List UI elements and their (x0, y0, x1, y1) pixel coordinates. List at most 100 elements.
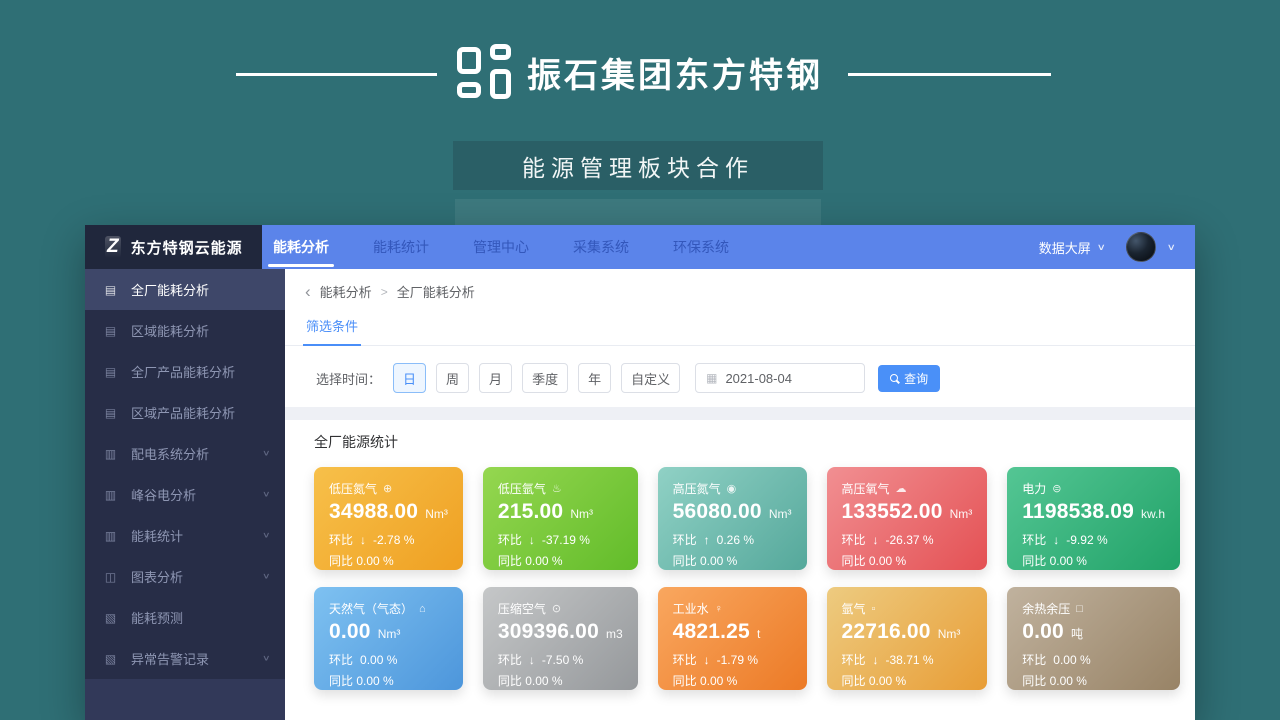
energy-card-electricity: 电力⊜ 1198538.09kw.h 环比↓-9.92 % 同比 0.00 % (1007, 467, 1180, 570)
time-option-month[interactable]: 月 (479, 363, 512, 393)
nitrogen-icon: ◉ (727, 482, 737, 495)
nav-tab-management-center[interactable]: 管理中心 (473, 225, 529, 269)
tab-filter-conditions[interactable]: 筛选条件 (303, 316, 361, 346)
chevron-down-icon: ∨ (262, 654, 271, 664)
arrow-down-icon: ↓ (360, 533, 366, 547)
filter-tabbar: 筛选条件 (285, 316, 1195, 346)
list-icon: ▥ (103, 447, 118, 461)
chevron-down-icon[interactable]: ∨ (1167, 242, 1176, 253)
time-option-year[interactable]: 年 (578, 363, 611, 393)
sidebar-item-plant-product-energy[interactable]: ▤ 全厂产品能耗分析 (85, 351, 285, 392)
sidebar-item-peak-valley-power[interactable]: ▥ 峰谷电分析 ∨ (85, 474, 285, 515)
water-icon: ♀ (715, 603, 723, 615)
card-unit: Nm³ (570, 507, 593, 521)
energy-card-compressed-air: 压缩空气⊙ 309396.00m3 环比↓-7.50 % 同比 0.00 % (483, 587, 638, 690)
alarm-icon: ▧ (103, 652, 118, 666)
energy-card-low-pressure-argon: 低压氩气♨ 215.00Nm³ 环比↓-37.19 % 同比 0.00 % (483, 467, 638, 570)
query-button[interactable]: 查询 (878, 365, 940, 392)
arrow-down-icon: ↓ (529, 653, 535, 667)
search-icon (890, 374, 898, 382)
card-unit: Nm³ (950, 507, 973, 521)
nav-tab-environment-system[interactable]: 环保系统 (673, 225, 729, 269)
time-select-label: 选择时间： (316, 369, 381, 388)
sidebar-item-alarm-records[interactable]: ▧ 异常告警记录 ∨ (85, 638, 285, 679)
date-picker-input[interactable]: ▦ 2021-08-04 (695, 363, 865, 393)
chart-icon: ◫ (103, 570, 118, 584)
gauge-icon: ▤ (103, 283, 118, 297)
arrow-down-icon: ↓ (873, 653, 879, 667)
forecast-icon: ▧ (103, 611, 118, 625)
card-unit: t (757, 627, 760, 641)
card-value: 0.00 (329, 620, 371, 644)
chevron-down-icon: ∨ (262, 449, 271, 459)
topbar-right: 数据大屏 ∨ ∨ (1039, 232, 1195, 262)
energy-card-high-pressure-nitrogen: 高压氮气◉ 56080.00Nm³ 环比↑0.26 % 同比 0.00 % (658, 467, 807, 570)
company-logo-icon (457, 44, 511, 100)
back-arrow-icon[interactable]: ‹ (305, 285, 311, 298)
company-name: 振石集团东方特钢 (527, 48, 823, 97)
oxygen-icon: ☁ (896, 482, 907, 495)
sidebar-menu: ▤ 全厂能耗分析 ▤ 区域能耗分析 ▤ 全厂产品能耗分析 ▤ 区域产品能耗分析 … (85, 269, 285, 679)
section-banner: 能源管理板块合作 (453, 141, 823, 190)
card-value: 22716.00 (842, 620, 931, 644)
card-unit: m3 (606, 627, 623, 641)
card-value: 4821.25 (673, 620, 750, 644)
card-value: 133552.00 (842, 500, 943, 524)
energy-card-industrial-water: 工业水♀ 4821.25t 环比↓-1.79 % 同比 0.00 % (658, 587, 807, 690)
card-value: 215.00 (498, 500, 563, 524)
calendar-icon: ▦ (706, 371, 717, 385)
energy-card-low-pressure-nitrogen: 低压氮气⊕ 34988.00Nm³ 环比↓-2.78 % 同比 0.00 % (314, 467, 463, 570)
brand-logo-icon: Z (105, 236, 121, 258)
air-drop-icon: ⊙ (552, 602, 561, 615)
list-icon: ▥ (103, 488, 118, 502)
chevron-down-icon: ∨ (1096, 242, 1105, 253)
nav-tab-energy-analysis[interactable]: 能耗分析 (273, 225, 329, 269)
arrow-down-icon: ↓ (1053, 533, 1059, 547)
sidebar-item-power-distribution[interactable]: ▥ 配电系统分析 ∨ (85, 433, 285, 474)
time-option-quarter[interactable]: 季度 (522, 363, 568, 393)
card-value: 1198538.09 (1022, 500, 1134, 524)
stats-panel: 全厂能源统计 低压氮气⊕ 34988.00Nm³ 环比↓-2.78 % 同比 0… (285, 420, 1195, 720)
argon-icon: ♨ (552, 482, 562, 495)
topbar: Z 东方特钢云能源 能耗分析 能耗统计 管理中心 采集系统 环保系统 数据大屏 … (85, 225, 1195, 269)
energy-card-grid: 低压氮气⊕ 34988.00Nm³ 环比↓-2.78 % 同比 0.00 % 低… (314, 467, 1166, 690)
card-value: 309396.00 (498, 620, 599, 644)
banner-reflection (455, 199, 821, 225)
time-filter-row: 选择时间： 日 周 月 季度 年 自定义 ▦ 2021-08-04 查询 (285, 346, 1195, 393)
hero-title: 振石集团东方特钢 (0, 44, 1280, 100)
nav-tab-collection-system[interactable]: 采集系统 (573, 225, 629, 269)
list-icon: ▥ (103, 529, 118, 543)
data-screen-link[interactable]: 数据大屏 ∨ (1039, 238, 1105, 257)
sidebar-item-region-product-energy[interactable]: ▤ 区域产品能耗分析 (85, 392, 285, 433)
sidebar-item-chart-analysis[interactable]: ◫ 图表分析 ∨ (85, 556, 285, 597)
electricity-icon: ⊜ (1052, 482, 1061, 495)
time-option-week[interactable]: 周 (436, 363, 469, 393)
breadcrumb-parent[interactable]: 能耗分析 (320, 282, 372, 301)
user-avatar[interactable] (1126, 232, 1156, 262)
time-option-day[interactable]: 日 (393, 363, 426, 393)
gas-icon: ⌂ (419, 603, 426, 615)
sidebar-item-energy-stats[interactable]: ▥ 能耗统计 ∨ (85, 515, 285, 556)
card-value: 56080.00 (673, 500, 762, 524)
dashboard-window: Z 东方特钢云能源 能耗分析 能耗统计 管理中心 采集系统 环保系统 数据大屏 … (85, 225, 1195, 720)
energy-card-waste-heat-pressure: 余热余压□ 0.00吨 环比0.00 % 同比 0.00 % (1007, 587, 1180, 690)
sidebar-item-energy-forecast[interactable]: ▧ 能耗预测 (85, 597, 285, 638)
card-unit: Nm³ (769, 507, 792, 521)
brand-name: 东方特钢云能源 (131, 237, 243, 258)
time-option-custom[interactable]: 自定义 (621, 363, 680, 393)
main-content: ‹ 能耗分析 > 全厂能耗分析 筛选条件 选择时间： 日 周 月 季度 年 自定… (285, 269, 1195, 720)
banner-text: 能源管理板块合作 (522, 149, 754, 183)
energy-card-high-pressure-oxygen: 高压氧气☁ 133552.00Nm³ 环比↓-26.37 % 同比 0.00 % (827, 467, 988, 570)
gauge-icon: ▤ (103, 324, 118, 338)
sidebar-item-region-energy-analysis[interactable]: ▤ 区域能耗分析 (85, 310, 285, 351)
filter-panel: ‹ 能耗分析 > 全厂能耗分析 筛选条件 选择时间： 日 周 月 季度 年 自定… (285, 269, 1195, 407)
energy-card-natural-gas: 天然气（气态）⌂ 0.00Nm³ 环比0.00 % 同比 0.00 % (314, 587, 463, 690)
arrow-down-icon: ↓ (873, 533, 879, 547)
breadcrumb: ‹ 能耗分析 > 全厂能耗分析 (285, 269, 1195, 301)
sidebar-item-plant-energy-analysis[interactable]: ▤ 全厂能耗分析 (85, 269, 285, 310)
card-unit: kw.h (1141, 507, 1165, 521)
card-unit: Nm³ (425, 507, 448, 521)
breadcrumb-separator: > (381, 285, 388, 299)
nav-tab-energy-stats[interactable]: 能耗统计 (373, 225, 429, 269)
chevron-down-icon: ∨ (262, 490, 271, 500)
